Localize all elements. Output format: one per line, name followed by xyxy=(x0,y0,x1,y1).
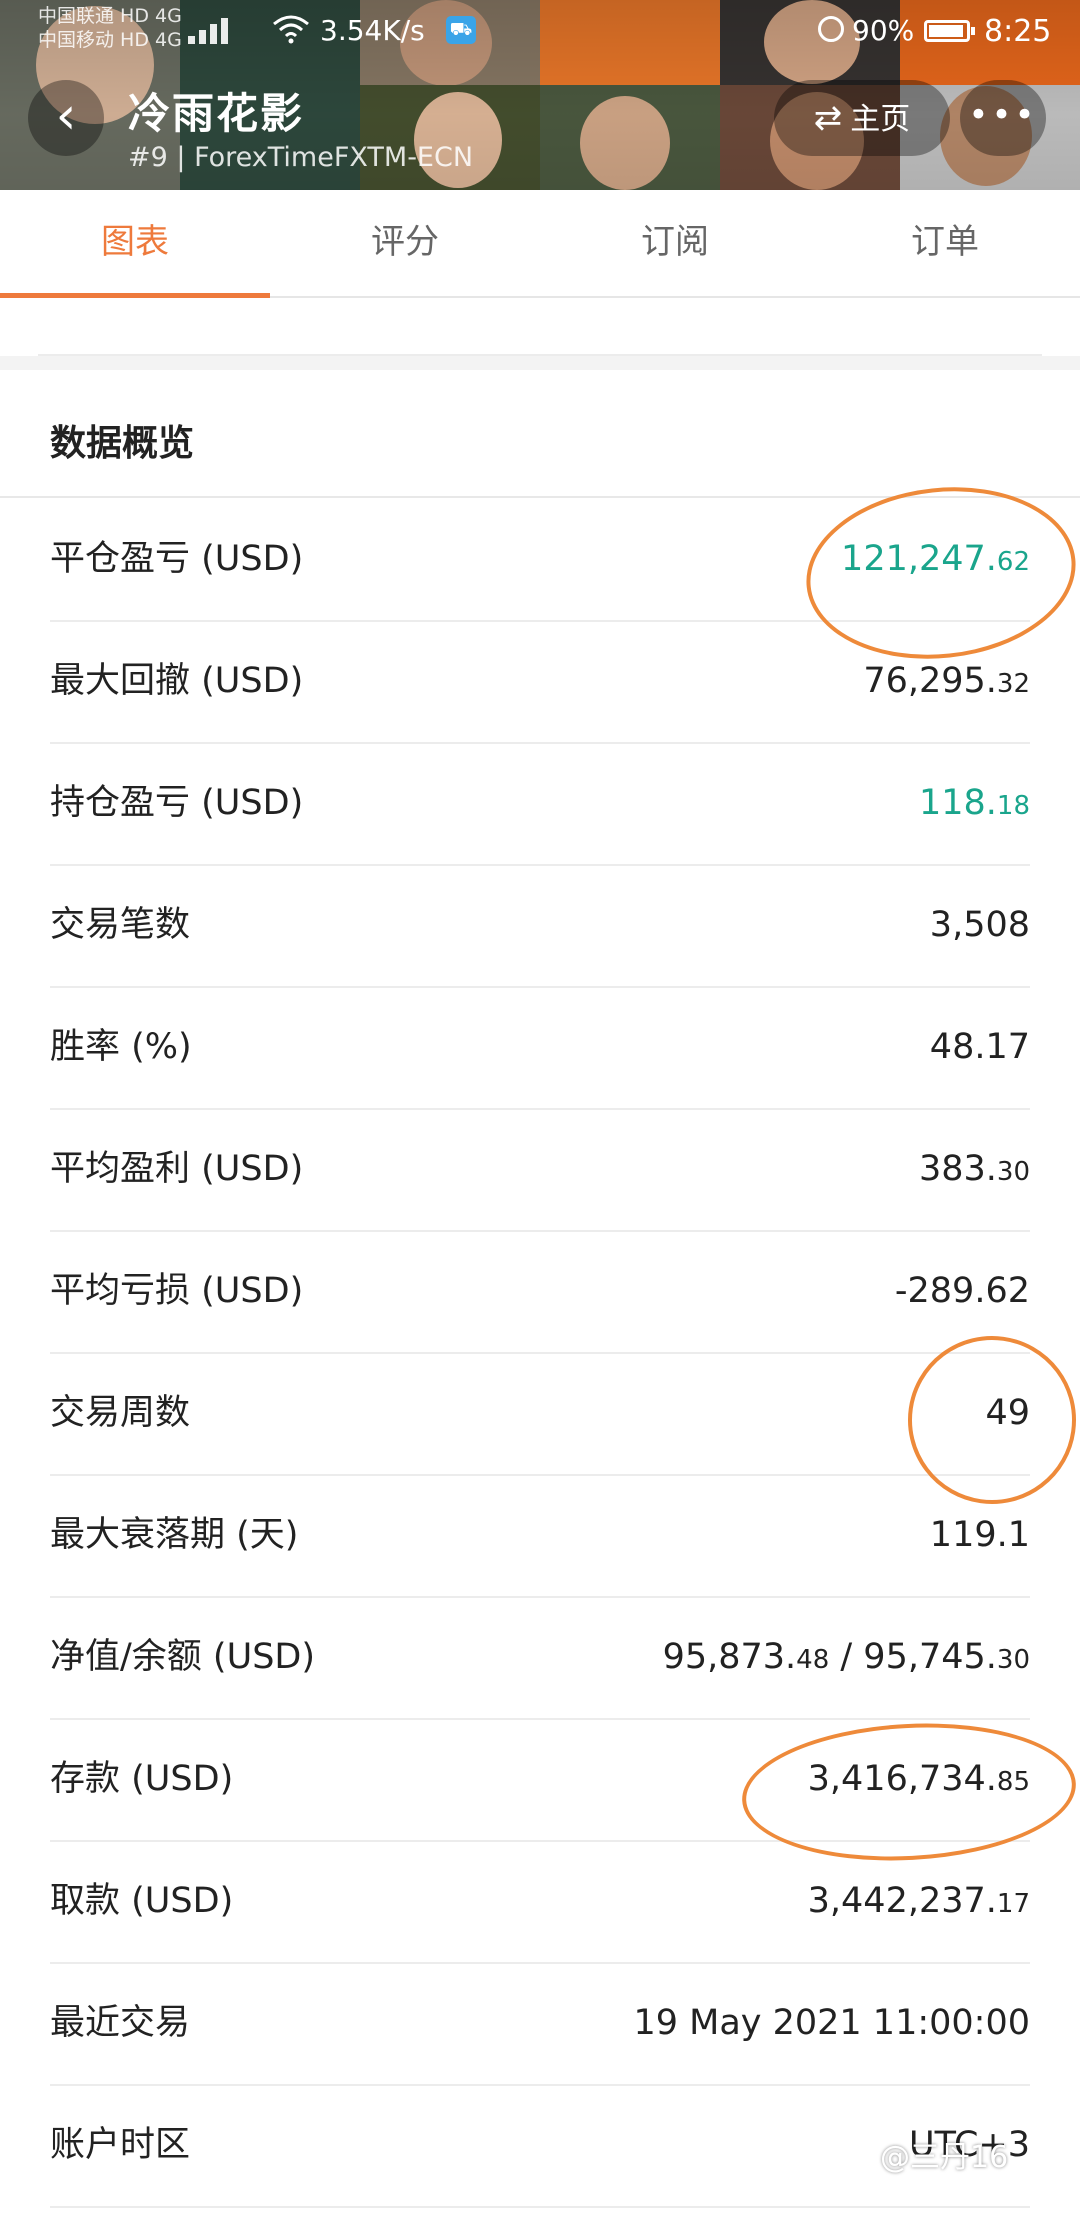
status-bar: 中国联通 HD 4G 中国移动 HD 4G 3.54K/s ⛟ 90% 8:25 xyxy=(0,0,1080,64)
stat-value: -289.62 xyxy=(894,1271,1030,1311)
watermark: @三丹16 xyxy=(880,2140,1009,2175)
stat-label: 最大回撤 (USD) xyxy=(50,661,304,701)
stat-value: 3,508 xyxy=(929,905,1030,945)
clock: 8:25 xyxy=(984,14,1052,49)
profile-header: 中国联通 HD 4G 中国移动 HD 4G 3.54K/s ⛟ 90% 8:25… xyxy=(0,0,1080,190)
tab-rating[interactable]: 评分 xyxy=(270,190,540,294)
stat-row: 平均亏损 (USD) -289.62 xyxy=(50,1230,1030,1354)
stat-row: 胜率 (%) 48.17 xyxy=(50,986,1030,1110)
carrier-1: 中国联通 HD 4G xyxy=(38,5,182,27)
stat-label: 平均亏损 (USD) xyxy=(50,1271,304,1311)
page-title: 冷雨花影 xyxy=(128,89,305,138)
battery-icon xyxy=(924,20,975,42)
network-speed: 3.54K/s xyxy=(320,14,425,47)
stat-label: 净值/余额 (USD) xyxy=(50,1637,316,1677)
stat-label: 账户时区 xyxy=(50,2125,191,2165)
stat-value: 383.30 xyxy=(918,1149,1030,1189)
more-button[interactable]: ••• xyxy=(960,80,1046,156)
tab-chart[interactable]: 图表 xyxy=(0,190,270,294)
top-nav: ‹ 冷雨花影 #9 | ForexTimeFXTM-ECN ⇄ 主页 ••• xyxy=(0,70,1080,190)
tab-bar: 图表 评分 订阅 订单 xyxy=(0,190,1080,298)
home-button-label: 主页 xyxy=(850,102,911,137)
alarm-icon xyxy=(818,16,844,42)
battery-percent: 90% xyxy=(852,14,915,47)
delivery-truck-icon: ⛟ xyxy=(446,16,476,44)
chevron-left-icon: ‹ xyxy=(55,86,77,146)
carrier-info: 中国联通 HD 4G 中国移动 HD 4G xyxy=(38,4,182,52)
stat-row: 交易周数 49 xyxy=(50,1352,1030,1476)
stat-label: 存款 (USD) xyxy=(50,1759,234,1799)
home-button[interactable]: ⇄ 主页 xyxy=(774,80,950,156)
more-dots-icon: ••• xyxy=(968,95,1038,135)
divider xyxy=(38,354,1042,356)
stat-label: 持仓盈亏 (USD) xyxy=(50,783,304,823)
stat-row: 净值/余额 (USD) 95,873.48 / 95,745.30 xyxy=(50,1596,1030,1720)
stat-label: 胜率 (%) xyxy=(50,1027,192,1067)
stat-label: 最近交易 xyxy=(50,2003,191,2043)
stat-value: 19 May 2021 11:00:00 xyxy=(633,2003,1030,2043)
stat-label: 交易周数 xyxy=(50,1393,191,1433)
stat-value: 118.18 xyxy=(918,783,1030,823)
stat-label: 平均盈利 (USD) xyxy=(50,1149,304,1189)
stat-label: 平仓盈亏 (USD) xyxy=(50,539,304,579)
tab-subscribe[interactable]: 订阅 xyxy=(540,190,810,294)
carrier-2: 中国移动 HD 4G xyxy=(38,29,182,51)
stat-row: 最近交易 19 May 2021 11:00:00 xyxy=(50,1962,1030,2086)
stat-value: 48.17 xyxy=(929,1027,1030,1067)
stat-row: 交易笔数 3,508 xyxy=(50,864,1030,988)
stat-value: 95,873.48 / 95,745.30 xyxy=(662,1637,1030,1677)
signal-icon xyxy=(188,16,258,44)
swap-icon: ⇄ xyxy=(813,98,843,138)
stat-row: 平均盈利 (USD) 383.30 xyxy=(50,1108,1030,1232)
stat-row: 持仓盈亏 (USD) 118.18 xyxy=(50,742,1030,866)
wifi-icon xyxy=(273,15,309,44)
tab-orders[interactable]: 订单 xyxy=(810,190,1080,294)
section-title: 数据概览 xyxy=(50,423,195,464)
stat-label: 交易笔数 xyxy=(50,905,191,945)
stat-label: 最大衰落期 (天) xyxy=(50,1515,299,1555)
account-subtitle: #9 | ForexTimeFXTM-ECN xyxy=(128,142,474,173)
stat-row: 最大衰落期 (天) 119.1 xyxy=(50,1474,1030,1598)
back-button[interactable]: ‹ xyxy=(28,80,104,156)
spacer-band xyxy=(0,298,1080,370)
stat-label: 取款 (USD) xyxy=(50,1881,234,1921)
